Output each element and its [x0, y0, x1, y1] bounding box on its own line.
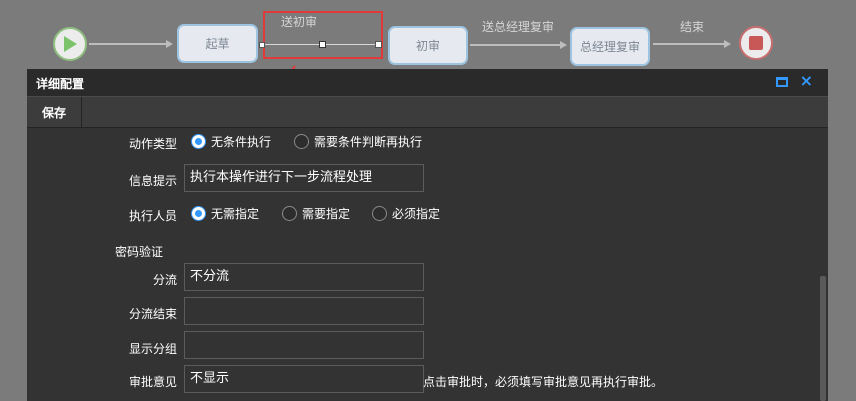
password-verify-label: 密码验证 — [115, 245, 164, 259]
approval-opinion-label: 审批意见 — [128, 375, 177, 389]
branch-end-input[interactable] — [184, 297, 424, 325]
radio-dot — [294, 134, 309, 149]
node-draft[interactable]: 起草 — [177, 24, 258, 63]
node-draft-label: 起草 — [205, 37, 230, 51]
play-icon — [64, 36, 77, 52]
transition-handle-start[interactable] — [259, 42, 265, 48]
approval-opinion-input[interactable]: 不显示 — [184, 365, 424, 393]
branch-input[interactable]: 不分流 — [184, 263, 424, 291]
end-node[interactable] — [739, 26, 773, 60]
node-gm-review[interactable]: 总经理复审 — [570, 27, 650, 66]
radio-must-assign[interactable]: 必须指定 — [372, 205, 440, 222]
form-scrollbar[interactable] — [817, 128, 828, 401]
dialog-titlebar: 详细配置 × — [27, 69, 828, 96]
approval-opinion-hint: 点击审批时，必须填写审批意见再执行审批。 — [423, 375, 664, 389]
transition-label-finish[interactable]: 结束 — [680, 18, 704, 35]
radio-conditional-label: 需要条件判断再执行 — [314, 135, 423, 149]
radio-no-assign[interactable]: 无需指定 — [191, 205, 259, 222]
dialog-toolbar: 保存 — [27, 96, 828, 128]
message-label: 信息提示 — [129, 174, 178, 188]
config-form: 动作类型 无条件执行 需要条件判断再执行 信息提示 执行本操作进行下一步流程处理… — [27, 128, 817, 401]
branch-label: 分流 — [152, 273, 177, 287]
transition-handle-end[interactable] — [375, 41, 382, 48]
radio-dot — [372, 206, 387, 221]
executor-label: 执行人员 — [129, 209, 178, 223]
display-group-input[interactable] — [184, 331, 424, 359]
dialog-title: 详细配置 — [36, 77, 85, 91]
branch-end-label: 分流结束 — [128, 307, 177, 321]
save-button[interactable]: 保存 — [27, 97, 82, 127]
action-type-label: 动作类型 — [129, 137, 178, 151]
transition-label-first-review[interactable]: 送初审 — [281, 13, 317, 30]
radio-need-assign[interactable]: 需要指定 — [282, 205, 350, 222]
workflow-canvas: 起草 送初审 初审 送总经理复审 总经理复审 结束 — [0, 0, 856, 88]
scrollbar-thumb[interactable] — [820, 276, 826, 401]
node-gm-review-label: 总经理复审 — [579, 40, 640, 54]
transition-label-gm-review[interactable]: 送总经理复审 — [482, 18, 554, 35]
radio-dot — [191, 206, 206, 221]
radio-need-assign-label: 需要指定 — [302, 207, 351, 221]
start-node[interactable] — [53, 27, 87, 61]
close-icon[interactable]: × — [800, 72, 813, 90]
stop-icon — [749, 36, 763, 50]
radio-dot — [191, 134, 206, 149]
node-first-review[interactable]: 初审 — [388, 26, 468, 65]
radio-conditional[interactable]: 需要条件判断再执行 — [294, 133, 422, 150]
radio-no-assign-label: 无需指定 — [211, 207, 260, 221]
radio-dot — [282, 206, 297, 221]
radio-unconditional[interactable]: 无条件执行 — [191, 133, 271, 150]
display-group-label: 显示分组 — [128, 342, 177, 356]
message-input[interactable]: 执行本操作进行下一步流程处理 — [184, 164, 424, 192]
radio-must-assign-label: 必须指定 — [392, 207, 441, 221]
transition-handle-mid[interactable] — [319, 41, 326, 48]
detail-config-dialog: 详细配置 × 保存 动作类型 无条件执行 需要条件判断再执行 信息提示 执行本操… — [27, 69, 828, 401]
node-first-review-label: 初审 — [415, 39, 440, 53]
radio-unconditional-label: 无条件执行 — [211, 135, 272, 149]
maximize-icon[interactable] — [776, 77, 788, 87]
